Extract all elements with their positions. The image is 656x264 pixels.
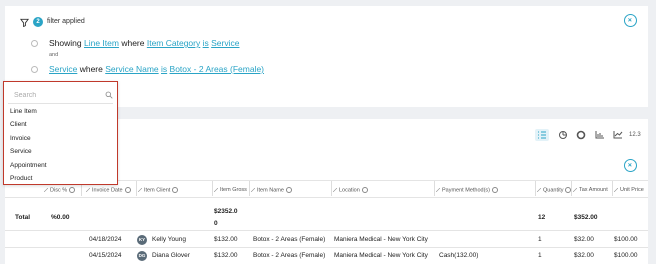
total-gross-line1: $2352.0 <box>214 208 238 215</box>
quantity: 1 <box>538 252 542 259</box>
list-view-button[interactable] <box>535 129 549 141</box>
sort-icon <box>251 188 255 192</box>
sort-icon <box>86 188 90 192</box>
invoice-date: 04/15/2024 <box>89 252 122 259</box>
sort-icon <box>436 188 440 192</box>
dropdown-item-line-item[interactable]: Line Item <box>10 105 47 118</box>
condition-radio[interactable] <box>31 66 38 73</box>
item-name: Botox - 2 Areas (Female) <box>253 252 326 259</box>
filter-condition-1: Showing Line Item where Item Category is… <box>49 38 239 48</box>
collapse-table-button[interactable] <box>624 159 637 172</box>
pie-chart-icon <box>559 131 567 139</box>
column-header-unit-price[interactable]: Unit Price <box>614 187 648 193</box>
condition-where: where <box>79 64 103 74</box>
sort-icon <box>614 187 618 192</box>
info-icon <box>124 187 131 193</box>
divider <box>8 103 113 104</box>
total-disc: %0.00 <box>51 214 70 221</box>
total-tax: $352.00 <box>574 214 598 221</box>
list-view-icon <box>538 131 546 139</box>
item-client: Kelly Young <box>152 236 186 243</box>
payment-methods: Cash(132.00) <box>439 252 479 259</box>
invoice-date: 04/18/2024 <box>89 236 122 243</box>
condition-operator-link[interactable]: is <box>203 38 209 48</box>
sort-icon <box>573 187 577 192</box>
dropdown-item-invoice[interactable]: Invoice <box>10 132 47 145</box>
condition-value-link[interactable]: Botox - 2 Areas (Female) <box>170 64 264 74</box>
condition-value-link[interactable]: Service <box>211 38 239 48</box>
sort-icon <box>138 188 142 192</box>
column-header-item-name[interactable]: Item Name <box>251 187 292 193</box>
condition-where: where <box>121 38 145 48</box>
item-name: Botox - 2 Areas (Female) <box>253 236 326 243</box>
item-gross: $132.00 <box>214 236 238 243</box>
column-header-disc[interactable]: Disc % <box>44 187 76 193</box>
dropdown-item-client[interactable]: Client <box>10 118 47 131</box>
search-icon <box>105 91 113 99</box>
condition-radio[interactable] <box>31 40 38 47</box>
item-client: Diana Glover <box>152 252 190 259</box>
dropdown-item-service[interactable]: Service <box>10 145 47 158</box>
donut-chart-button[interactable] <box>574 129 588 141</box>
condition-field-link[interactable]: Line Item <box>84 38 119 48</box>
condition-operator-link[interactable]: is <box>161 64 167 74</box>
quantity: 1 <box>538 236 542 243</box>
total-gross-line2: 0 <box>214 220 218 227</box>
search-input[interactable] <box>14 90 94 100</box>
column-header-location[interactable]: Location <box>333 187 368 193</box>
condition-attribute-link[interactable]: Service Name <box>105 64 158 74</box>
bar-chart-icon <box>595 131 604 139</box>
filter-count-badge: 2 <box>33 17 43 27</box>
condition-attribute-link[interactable]: Item Category <box>147 38 200 48</box>
unit-price: $100.00 <box>614 236 638 243</box>
info-icon <box>492 187 498 193</box>
avatar: DG <box>137 251 147 261</box>
total-quantity: 12 <box>538 214 546 221</box>
column-header-invoice-date[interactable]: Invoice Date <box>86 187 131 193</box>
tax-amount: $32.00 <box>574 236 594 243</box>
total-label: Total <box>15 214 31 221</box>
column-header-quantity[interactable]: Quantity <box>537 187 572 193</box>
column-header-payment-methods[interactable]: Payment Method(s) <box>436 187 498 193</box>
condition-field-link[interactable]: Service <box>49 64 77 74</box>
filter-count-label: filter applied <box>47 18 85 25</box>
info-icon <box>285 187 292 193</box>
location: Maniera Medical - New York City <box>334 236 428 243</box>
tax-amount: $32.00 <box>574 252 594 259</box>
unit-price: $100.00 <box>614 252 638 259</box>
info-icon <box>69 187 76 193</box>
close-icon <box>628 163 632 167</box>
pie-chart-button[interactable] <box>556 129 570 141</box>
info-icon <box>172 187 179 193</box>
condition-prefix: Showing <box>49 38 82 48</box>
sort-icon <box>333 188 337 192</box>
funnel-icon[interactable] <box>20 18 29 27</box>
line-chart-button[interactable] <box>611 129 625 141</box>
entity-dropdown: Line Item Client Invoice Service Appoint… <box>3 81 118 185</box>
donut-chart-icon <box>576 130 586 140</box>
info-icon <box>361 187 368 193</box>
dropdown-item-appointment[interactable]: Appointment <box>10 159 47 172</box>
sort-icon <box>44 188 48 192</box>
item-gross: $132.00 <box>214 252 238 259</box>
bar-chart-button[interactable] <box>593 129 607 141</box>
number-format-button[interactable]: 12.3 <box>629 132 641 138</box>
info-icon <box>565 187 572 193</box>
location: Maniera Medical - New York City <box>334 252 428 259</box>
collapse-filter-button[interactable] <box>624 14 637 27</box>
avatar: KY <box>137 235 147 245</box>
line-chart-icon <box>613 131 623 139</box>
sort-icon <box>537 188 541 192</box>
dropdown-item-product[interactable]: Product <box>10 172 47 185</box>
close-icon <box>628 18 632 22</box>
and-label: and <box>49 52 59 58</box>
column-header-item-client[interactable]: Item Client <box>138 187 179 193</box>
filter-condition-2: Service where Service Name is Botox - 2 … <box>49 64 264 74</box>
sort-icon <box>214 187 218 192</box>
column-header-tax-amount[interactable]: Tax Amount <box>573 187 611 193</box>
dropdown-list: Line Item Client Invoice Service Appoint… <box>10 105 47 185</box>
column-header-item-gross[interactable]: Item Gross <box>214 187 248 193</box>
